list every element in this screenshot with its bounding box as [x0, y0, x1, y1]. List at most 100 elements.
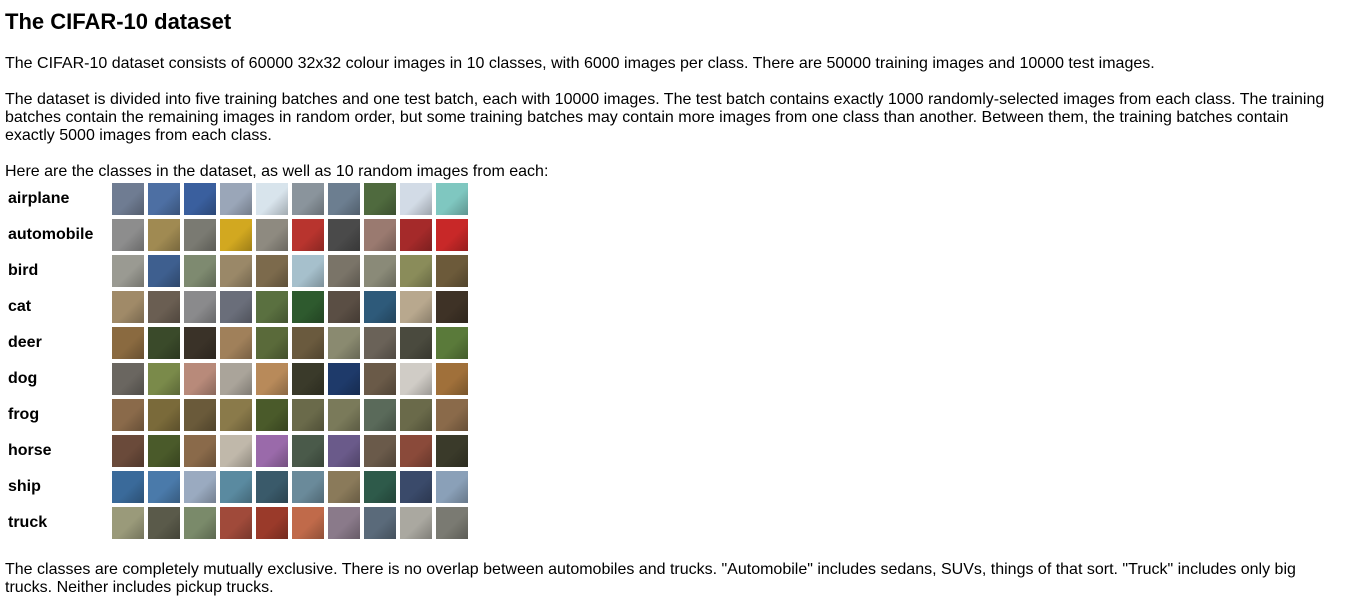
horse-thumbnail-image: [292, 435, 324, 467]
dog-thumbnail-image: [328, 363, 360, 395]
bird-thumbnail-image: [112, 255, 144, 287]
dog-thumbnail-image: [220, 363, 252, 395]
cat-thumbnail-image: [112, 291, 144, 323]
frog-thumbnail-image: [184, 399, 216, 431]
dog-thumbnail-image: [436, 363, 468, 395]
truck-thumbnail-image: [112, 507, 144, 539]
dog-thumbnail-image: [148, 363, 180, 395]
airplane-thumbnail-image: [148, 183, 180, 215]
deer-thumbnail-image: [220, 327, 252, 359]
airplane-thumbnail-image: [436, 183, 468, 215]
bird-thumbnail-image: [292, 255, 324, 287]
truck-thumbnail-image: [220, 507, 252, 539]
deer-thumbnail-image: [400, 327, 432, 359]
frog-thumbnail-image: [292, 399, 324, 431]
cat-thumbnail-image: [184, 291, 216, 323]
thumbnail-strip: [112, 434, 472, 467]
ship-thumbnail-image: [148, 471, 180, 503]
airplane-thumbnail-image: [220, 183, 252, 215]
bird-thumbnail-image: [148, 255, 180, 287]
class-label: airplane: [8, 190, 70, 207]
bird-thumbnail-image: [328, 255, 360, 287]
truck-thumbnail-image: [400, 507, 432, 539]
truck-thumbnail-image: [436, 507, 468, 539]
truck-thumbnail-image: [364, 507, 396, 539]
thumbnail-strip: [112, 182, 472, 215]
thumbnail-strip: [112, 254, 472, 287]
airplane-thumbnail-image: [112, 183, 144, 215]
classes-intro-paragraph: Here are the classes in the dataset, as …: [5, 163, 549, 180]
truck-thumbnail-image: [256, 507, 288, 539]
automobile-thumbnail-image: [436, 219, 468, 251]
cat-thumbnail-image: [436, 291, 468, 323]
frog-thumbnail-image: [400, 399, 432, 431]
dog-thumbnail-image: [400, 363, 432, 395]
class-row-cat: cat: [5, 290, 475, 324]
thumbnail-strip: [112, 506, 472, 539]
cat-thumbnail-image: [256, 291, 288, 323]
automobile-thumbnail-image: [328, 219, 360, 251]
truck-thumbnail-image: [184, 507, 216, 539]
frog-thumbnail-image: [328, 399, 360, 431]
class-label: truck: [8, 514, 48, 531]
class-label: bird: [8, 262, 39, 279]
frog-thumbnail-image: [364, 399, 396, 431]
class-row-airplane: airplane: [5, 182, 475, 216]
frog-thumbnail-image: [148, 399, 180, 431]
deer-thumbnail-image: [256, 327, 288, 359]
dog-thumbnail-image: [184, 363, 216, 395]
ship-thumbnail-image: [220, 471, 252, 503]
automobile-thumbnail-image: [364, 219, 396, 251]
thumbnail-strip: [112, 326, 472, 359]
truck-thumbnail-image: [292, 507, 324, 539]
deer-thumbnail-image: [184, 327, 216, 359]
dog-thumbnail-image: [292, 363, 324, 395]
automobile-thumbnail-image: [184, 219, 216, 251]
airplane-thumbnail-image: [328, 183, 360, 215]
class-row-truck: truck: [5, 506, 475, 540]
automobile-thumbnail-image: [148, 219, 180, 251]
ship-thumbnail-image: [292, 471, 324, 503]
deer-thumbnail-image: [436, 327, 468, 359]
deer-thumbnail-image: [112, 327, 144, 359]
airplane-thumbnail-image: [256, 183, 288, 215]
airplane-thumbnail-image: [364, 183, 396, 215]
class-label: ship: [8, 478, 41, 495]
deer-thumbnail-image: [328, 327, 360, 359]
class-label: deer: [8, 334, 42, 351]
bird-thumbnail-image: [220, 255, 252, 287]
class-row-dog: dog: [5, 362, 475, 396]
frog-thumbnail-image: [220, 399, 252, 431]
automobile-thumbnail-image: [256, 219, 288, 251]
automobile-thumbnail-image: [292, 219, 324, 251]
exclusivity-paragraph: The classes are completely mutually excl…: [5, 561, 1296, 596]
bird-thumbnail-image: [256, 255, 288, 287]
thumbnail-strip: [112, 398, 472, 431]
batches-paragraph: The dataset is divided into five trainin…: [5, 91, 1325, 144]
ship-thumbnail-image: [184, 471, 216, 503]
class-row-deer: deer: [5, 326, 475, 360]
class-label: dog: [8, 370, 38, 387]
horse-thumbnail-image: [400, 435, 432, 467]
dog-thumbnail-image: [364, 363, 396, 395]
truck-thumbnail-image: [148, 507, 180, 539]
horse-thumbnail-image: [436, 435, 468, 467]
horse-thumbnail-image: [364, 435, 396, 467]
class-row-frog: frog: [5, 398, 475, 432]
cat-thumbnail-image: [400, 291, 432, 323]
thumbnail-strip: [112, 218, 472, 251]
dog-thumbnail-image: [112, 363, 144, 395]
horse-thumbnail-image: [184, 435, 216, 467]
thumbnail-strip: [112, 470, 472, 503]
class-row-automobile: automobile: [5, 218, 475, 252]
horse-thumbnail-image: [220, 435, 252, 467]
deer-thumbnail-image: [148, 327, 180, 359]
automobile-thumbnail-image: [400, 219, 432, 251]
cat-thumbnail-image: [364, 291, 396, 323]
bird-thumbnail-image: [400, 255, 432, 287]
truck-thumbnail-image: [328, 507, 360, 539]
cat-thumbnail-image: [292, 291, 324, 323]
frog-thumbnail-image: [112, 399, 144, 431]
ship-thumbnail-image: [112, 471, 144, 503]
class-label: cat: [8, 298, 32, 315]
